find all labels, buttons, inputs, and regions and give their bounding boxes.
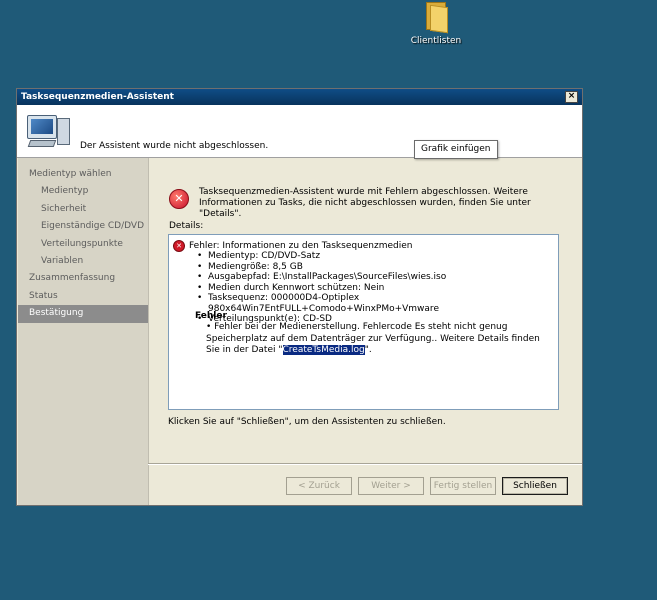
sidebar-item-bestaetigung: Bestätigung (18, 305, 148, 323)
sidebar-item-variablen: Variablen (41, 255, 84, 266)
close-button[interactable]: Schließen (502, 477, 568, 495)
details-heading-text: Fehler: Informationen zu den Tasksequenz… (189, 241, 413, 251)
sidebar-item-zusammenfassung: Zusammenfassung (29, 273, 116, 284)
error-text-suffix: ". (364, 345, 372, 355)
footer-instruction: Klicken Sie auf "Schließen", um den Assi… (168, 417, 446, 427)
back-button[interactable]: < Zurück (286, 477, 352, 495)
detail-item-medientyp: Medientyp: CD/DVD-Satz (186, 251, 558, 262)
tooltip: Grafik einfügen (414, 140, 498, 159)
detail-item-mediengroesse: Mediengröße: 8,5 GB (186, 262, 558, 273)
footer-divider (148, 463, 582, 465)
close-icon[interactable]: × (565, 91, 578, 103)
window-titlebar[interactable]: Tasksequenzmedien-Assistent × (17, 89, 582, 105)
finish-button[interactable]: Fertig stellen (430, 477, 496, 495)
desktop-folder-clientlisten[interactable]: Clientlisten (408, 0, 464, 46)
sidebar-item-eigenstaendige-cd-dvd: Eigenständige CD/DVD (41, 221, 145, 232)
wizard-window: Tasksequenzmedien-Assistent × Der Assist… (16, 88, 583, 506)
error-icon-small: ✕ (173, 240, 185, 252)
sidebar-item-status: Status (29, 290, 58, 301)
error-section-title: Fehler (195, 311, 227, 321)
error-section-text: • Fehler bei der Medienerstellung. Fehle… (206, 322, 554, 357)
computer-icon (27, 115, 70, 149)
sidebar-item-verteilungspunkte: Verteilungspunkte (41, 238, 123, 249)
next-button[interactable]: Weiter > (358, 477, 424, 495)
error-text: • Fehler bei der Medienerstellung. Fehle… (206, 322, 540, 355)
detail-item-ausgabepfad: Ausgabepfad: E:\InstallPackages\SourceFi… (186, 272, 558, 283)
wizard-sidebar: Medientyp wählen Medientyp Sicherheit Ei… (18, 158, 149, 505)
desktop-icon-label: Clientlisten (410, 36, 462, 46)
details-textbox[interactable]: ✕ Fehler: Informationen zu den Taskseque… (168, 234, 559, 410)
window-title: Tasksequenzmedien-Assistent (21, 92, 174, 102)
sidebar-item-medientyp-waehlen: Medientyp wählen (29, 169, 112, 179)
error-message: Tasksequenzmedien-Assistent wurde mit Fe… (199, 187, 531, 219)
detail-item-kennwort: Medien durch Kennwort schützen: Nein (186, 283, 558, 294)
log-file-link[interactable]: CreateTsMedia.log (282, 345, 365, 355)
details-label: Details: (169, 221, 204, 231)
details-list: Medientyp: CD/DVD-Satz Mediengröße: 8,5 … (186, 251, 558, 325)
error-icon: ✕ (169, 189, 189, 209)
sidebar-item-sicherheit: Sicherheit (41, 203, 87, 214)
header-message: Der Assistent wurde nicht abgeschlossen. (80, 141, 269, 151)
folder-icon (424, 0, 448, 34)
wizard-content: ✕ Tasksequenzmedien-Assistent wurde mit … (148, 158, 582, 505)
sidebar-item-medientyp: Medientyp (41, 186, 89, 197)
detail-item-tasksequenz: Tasksequenz: 000000D4-Optiplex 980x64Win… (186, 293, 558, 314)
